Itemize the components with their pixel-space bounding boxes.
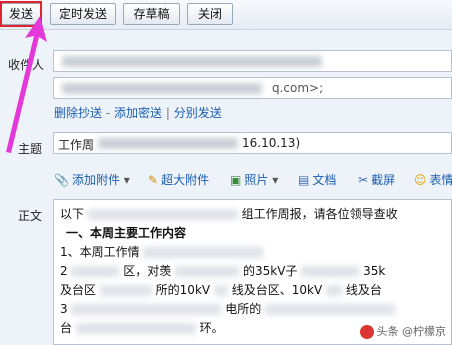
send-button-highlight [0, 1, 42, 27]
cc-field[interactable]: q.com>; [53, 77, 452, 99]
separator: - [105, 106, 114, 120]
cc-visible-fragment: q.com>; [272, 81, 324, 95]
add-bcc-link[interactable]: 添加密送 [114, 106, 162, 120]
body-line-7: 台 环。 [60, 319, 224, 336]
redacted-text [71, 266, 120, 277]
cc-value-redacted [62, 83, 262, 94]
subject-redacted [98, 138, 238, 149]
body-line-3-text: 1、本周工作情 [60, 245, 140, 259]
timed-send-button[interactable]: 定时发送 [50, 3, 116, 25]
chevron-down-icon[interactable]: ▾ [272, 173, 278, 187]
subject-suffix: 16.10.13) [242, 136, 301, 150]
body-line-2: 一、本周主要工作内容 [66, 226, 187, 240]
redacted-text [326, 285, 343, 296]
body-line-5: 及台区 所的10kV 线及台区、10kV 线及台 [60, 281, 382, 298]
close-button[interactable]: 关闭 [187, 3, 233, 25]
large-attachment-button[interactable]: ✎ 超大附件 [148, 170, 209, 190]
redacted-text [213, 285, 228, 296]
document-button[interactable]: ▤ 文档 [298, 170, 336, 190]
body-line-4-d: 35k [363, 264, 386, 278]
separator: | [165, 106, 170, 120]
redacted-text [87, 209, 238, 220]
large-paperclip-icon: ✎ [148, 173, 159, 187]
document-label: 文档 [312, 173, 337, 187]
body-line-5-a: 及台区 [60, 283, 97, 297]
body-line-6-a: 3 [60, 302, 68, 316]
body-line-5-c: 线及台区、10kV [231, 283, 323, 297]
photo-button[interactable]: ▣ 照片 ▾ [230, 170, 278, 190]
remove-cc-link[interactable]: 删除抄送 [54, 106, 102, 120]
watermark-logo-icon [359, 325, 374, 339]
scissors-icon: ✂ [358, 173, 369, 187]
to-value-redacted [62, 56, 322, 67]
redacted-text [301, 266, 360, 277]
body-line-7-b: 环。 [199, 321, 224, 335]
screenshot-label: 截屏 [371, 173, 396, 187]
paperclip-icon: 📎 [54, 173, 69, 187]
to-label: 收件人 [8, 58, 45, 72]
body-line-1: 以下 组工作周报，请各位领导查收 [60, 205, 398, 222]
watermark: 头条 @柠檬京 [359, 323, 447, 339]
subject-field[interactable]: 工作周 16.10.13) [53, 132, 452, 154]
subject-prefix: 工作周 [58, 138, 95, 152]
redacted-text [99, 285, 152, 296]
arrow-shape [6, 16, 47, 153]
redacted-text [143, 247, 264, 258]
watermark-text: 头条 @柠檬京 [376, 325, 447, 338]
subject-label: 主题 [18, 142, 43, 156]
body-line-5-d: 线及台 [345, 283, 382, 297]
to-field[interactable] [53, 50, 452, 72]
redacted-text [71, 304, 222, 315]
body-label: 正文 [18, 209, 43, 223]
smiley-icon: ☺ [414, 173, 427, 187]
emoji-button[interactable]: ☺ 表情 [414, 170, 452, 190]
body-line-4-c: 的35kV子 [242, 264, 298, 278]
screenshot-button[interactable]: ✂ 截屏 [358, 170, 395, 190]
body-line-4: 2 区，对羡 的35kV子 35k [60, 262, 385, 279]
body-line-4-a: 2 [60, 264, 68, 278]
save-draft-button[interactable]: 存草稿 [123, 3, 180, 25]
photo-label: 照片 [244, 173, 269, 187]
compose-toolbar: 发送 定时发送 存草稿 关闭 [0, 0, 452, 30]
attachment-toolbar: 📎 添加附件 ▾ ✎ 超大附件 ▣ 照片 ▾ ▤ 文档 ✂ 截屏 ☺ 表情 [54, 170, 452, 190]
body-line-6: 3 电所的 [60, 300, 396, 317]
large-attachment-label: 超大附件 [161, 173, 210, 187]
body-line-1-start: 以下 [60, 207, 85, 221]
redacted-text [265, 304, 396, 315]
separate-send-link[interactable]: 分别发送 [174, 106, 222, 120]
body-line-7-a: 台 [60, 321, 73, 335]
redacted-text [75, 323, 196, 334]
redacted-text [175, 266, 240, 277]
body-line-6-b: 电所的 [225, 302, 262, 316]
body-line-5-b: 所的10kV [155, 283, 211, 297]
body-line-3: 1、本周工作情 [60, 243, 264, 260]
body-line-4-b: 区，对羡 [123, 264, 172, 278]
photo-icon: ▣ [230, 173, 242, 187]
add-attachment-label: 添加附件 [71, 173, 120, 187]
body-line-1-end: 组工作周报，请各位领导查收 [241, 207, 398, 221]
cc-actions: 删除抄送 - 添加密送 | 分别发送 [54, 104, 222, 121]
document-icon: ▤ [298, 173, 310, 187]
emoji-label: 表情 [429, 173, 452, 187]
add-attachment-button[interactable]: 📎 添加附件 ▾ [54, 170, 130, 190]
chevron-down-icon[interactable]: ▾ [124, 173, 130, 187]
